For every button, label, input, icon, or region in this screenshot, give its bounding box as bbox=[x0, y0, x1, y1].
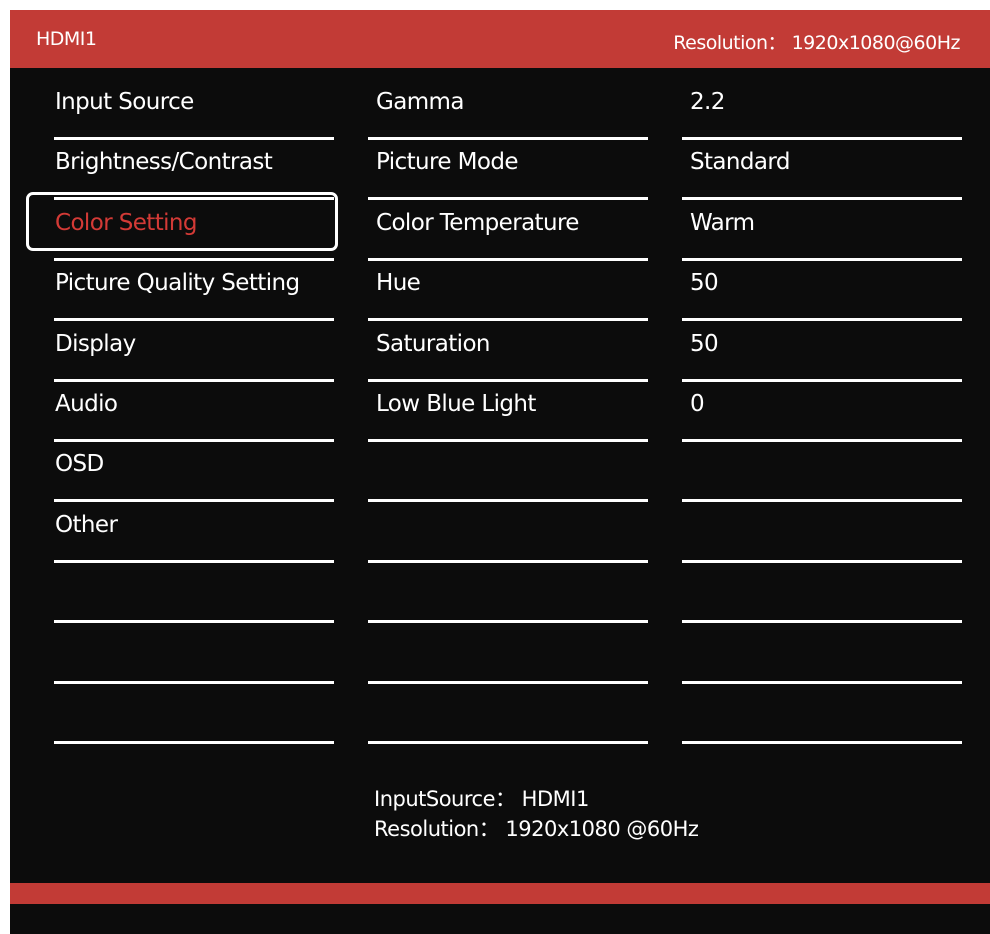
setting-value-color-temperature[interactable]: Warm bbox=[682, 201, 962, 261]
setting-row-saturation[interactable]: Saturation bbox=[368, 322, 648, 382]
setting-value-empty bbox=[682, 442, 962, 503]
settings-value-column: 2.2 Standard Warm 50 50 0 bbox=[682, 80, 962, 744]
setting-value-gamma[interactable]: 2.2 bbox=[682, 80, 962, 140]
signal-info: InputSource： HDMI1 Resolution： 1920x1080… bbox=[374, 784, 699, 844]
setting-value: Warm bbox=[690, 209, 755, 236]
menu-item-audio[interactable]: Audio bbox=[54, 382, 334, 442]
setting-value: 50 bbox=[690, 330, 719, 357]
menu-item-display[interactable]: Display bbox=[54, 322, 334, 382]
menu-item-label: Display bbox=[55, 330, 136, 357]
setting-row-gamma[interactable]: Gamma bbox=[368, 80, 648, 140]
menu-column: Input Source Brightness/Contrast Color S… bbox=[54, 80, 334, 744]
menu-item-label: Input Source bbox=[55, 89, 194, 115]
setting-label: Picture Mode bbox=[376, 149, 518, 176]
setting-row-color-temperature[interactable]: Color Temperature bbox=[368, 201, 648, 261]
setting-row-picture-mode[interactable]: Picture Mode bbox=[368, 140, 648, 201]
menu-item-empty bbox=[54, 563, 334, 624]
setting-row-empty bbox=[368, 684, 648, 744]
setting-value-saturation[interactable]: 50 bbox=[682, 322, 962, 382]
menu-item-label: Audio bbox=[55, 390, 118, 417]
setting-value: Standard bbox=[690, 149, 790, 176]
setting-label: Color Temperature bbox=[376, 209, 579, 236]
setting-label: Gamma bbox=[376, 89, 464, 115]
settings-label-column: Gamma Picture Mode Color Temperature Hue… bbox=[368, 80, 648, 744]
info-resolution: Resolution： 1920x1080 @60Hz bbox=[374, 817, 699, 841]
menu-item-input-source[interactable]: Input Source bbox=[54, 80, 334, 140]
menu-item-empty bbox=[54, 624, 334, 684]
setting-value-empty bbox=[682, 563, 962, 624]
setting-row-empty bbox=[368, 503, 648, 563]
menu-selection-highlight bbox=[26, 192, 338, 251]
setting-label: Saturation bbox=[376, 330, 491, 357]
setting-value: 2.2 bbox=[690, 89, 725, 115]
setting-label: Low Blue Light bbox=[376, 390, 536, 417]
menu-item-empty bbox=[54, 684, 334, 744]
setting-value-empty bbox=[682, 624, 962, 684]
info-input-source: InputSource： HDMI1 bbox=[374, 787, 589, 811]
menu-item-label: Other bbox=[55, 511, 118, 538]
setting-row-hue[interactable]: Hue bbox=[368, 261, 648, 322]
menu-item-label: OSD bbox=[55, 451, 104, 478]
footer-bar bbox=[10, 883, 990, 904]
setting-row-empty bbox=[368, 563, 648, 624]
setting-row-empty bbox=[368, 624, 648, 684]
header-input-source: HDMI1 bbox=[36, 28, 97, 50]
menu-item-label: Picture Quality Setting bbox=[55, 270, 300, 297]
menu-item-osd[interactable]: OSD bbox=[54, 442, 334, 503]
menu-item-other[interactable]: Other bbox=[54, 503, 334, 563]
setting-value-empty bbox=[682, 684, 962, 744]
setting-row-low-blue-light[interactable]: Low Blue Light bbox=[368, 382, 648, 442]
setting-label: Hue bbox=[376, 270, 421, 297]
setting-value: 0 bbox=[690, 390, 705, 417]
setting-value-picture-mode[interactable]: Standard bbox=[682, 140, 962, 201]
menu-item-label: Brightness/Contrast bbox=[55, 149, 273, 176]
setting-row-empty bbox=[368, 442, 648, 503]
setting-value-empty bbox=[682, 503, 962, 563]
setting-value: 50 bbox=[690, 270, 719, 297]
osd-menu: HDMI1 Resolution： 1920x1080@60Hz Input S… bbox=[10, 10, 990, 934]
header-bar: HDMI1 Resolution： 1920x1080@60Hz bbox=[10, 10, 990, 68]
menu-item-picture-quality-setting[interactable]: Picture Quality Setting bbox=[54, 261, 334, 322]
setting-value-low-blue-light[interactable]: 0 bbox=[682, 382, 962, 442]
setting-value-hue[interactable]: 50 bbox=[682, 261, 962, 322]
header-resolution: Resolution： 1920x1080@60Hz bbox=[673, 32, 960, 54]
